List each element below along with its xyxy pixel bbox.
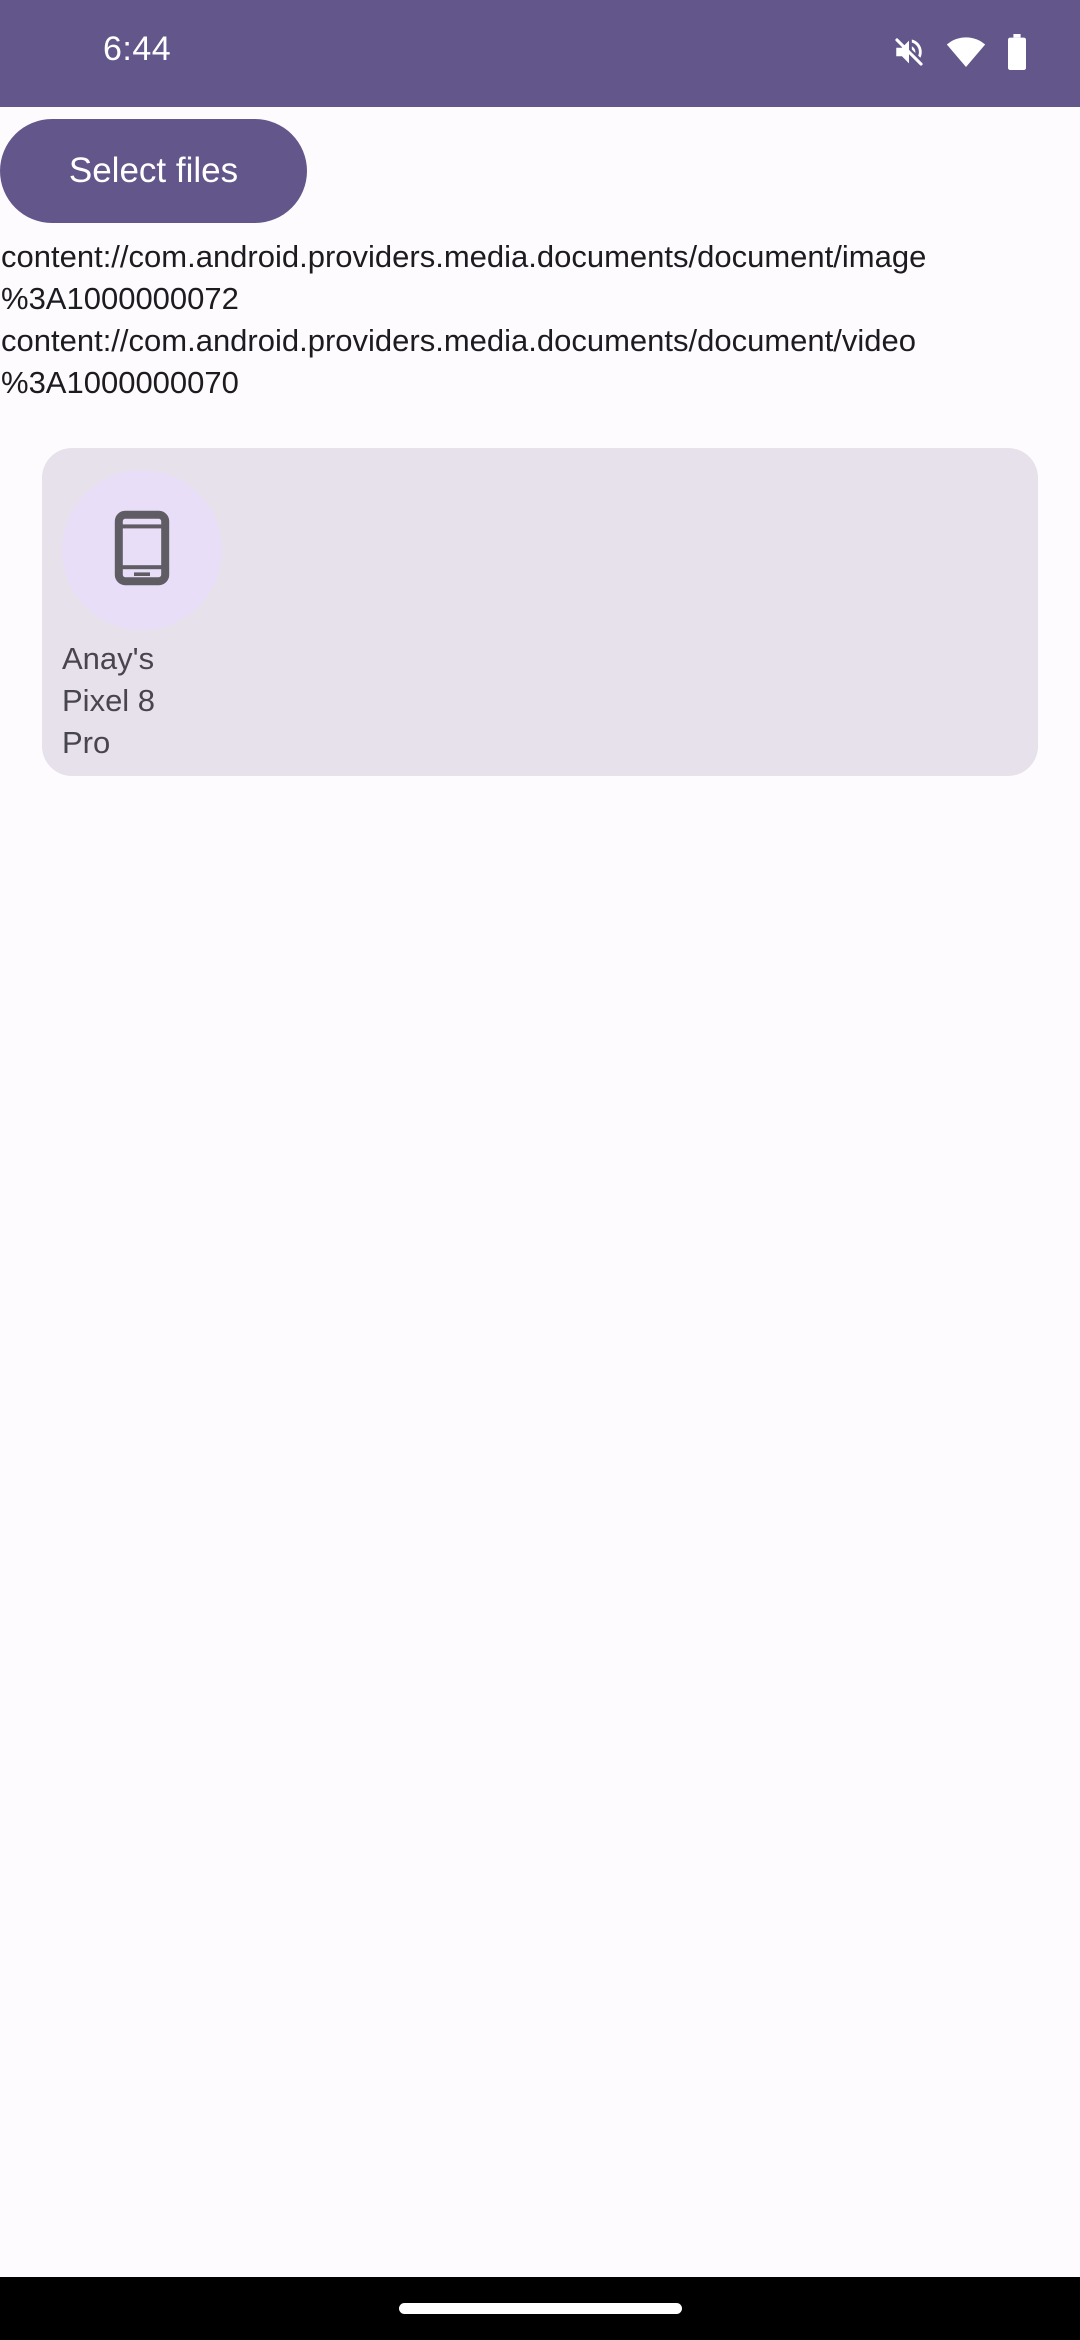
device-name-line: Pixel 8	[62, 683, 156, 718]
device-list-card: Anay's Pixel 8 Pro	[42, 448, 1038, 776]
device-name-line: Anay's	[62, 641, 155, 676]
status-time: 6:44	[103, 30, 172, 68]
wifi-icon	[946, 35, 986, 69]
home-gesture-handle[interactable]	[399, 2303, 682, 2314]
battery-icon	[1006, 34, 1028, 70]
uri-item: content://com.android.providers.media.do…	[1, 320, 1076, 404]
select-files-label: Select files	[68, 151, 239, 190]
smartphone-icon	[114, 510, 170, 591]
selected-uri-list: content://com.android.providers.media.do…	[1, 236, 1076, 404]
status-bar: 6:44	[0, 0, 1080, 107]
device-avatar	[62, 470, 222, 630]
uri-item: content://com.android.providers.media.do…	[1, 236, 1076, 320]
mute-icon	[892, 35, 926, 69]
navigation-bar	[0, 2277, 1080, 2340]
uri-text: content://com.android.providers.media.do…	[1, 239, 927, 274]
uri-text: content://com.android.providers.media.do…	[1, 323, 916, 358]
status-icons	[892, 34, 1028, 70]
uri-text: %3A1000000070	[1, 365, 239, 400]
device-name-line: Pro	[62, 725, 111, 760]
uri-text: %3A1000000072	[1, 281, 239, 316]
select-files-button[interactable]: Select files	[0, 119, 307, 223]
device-name: Anay's Pixel 8 Pro	[62, 638, 192, 764]
device-tile[interactable]: Anay's Pixel 8 Pro	[62, 470, 222, 764]
